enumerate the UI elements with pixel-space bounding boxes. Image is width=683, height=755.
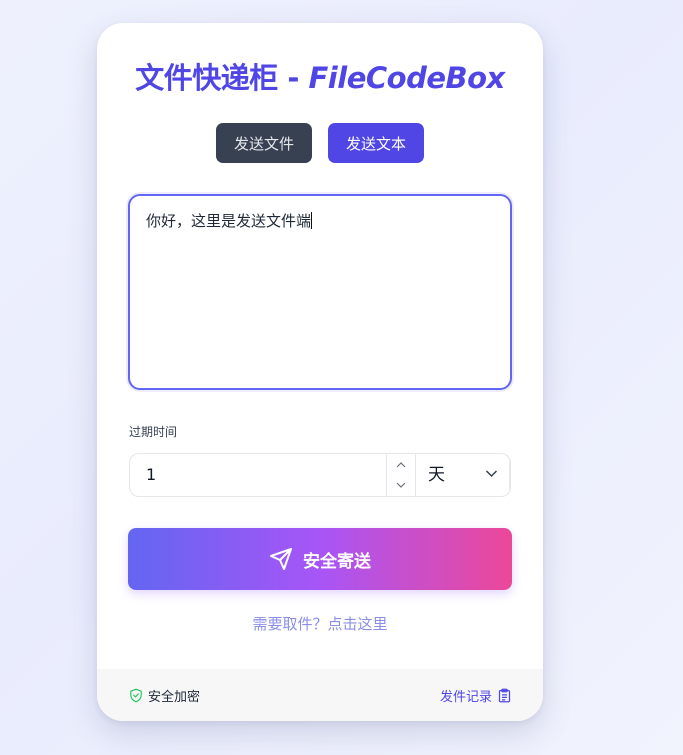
expiry-label: 过期时间 [129, 425, 178, 439]
expiry-unit-value: 天 [428, 465, 445, 485]
chevron-down-icon [396, 482, 406, 488]
page-title: 文件快递柜 - FileCodeBox [97, 55, 543, 97]
expiry-stepper [386, 454, 416, 496]
send-button-label: 安全寄送 [303, 551, 371, 571]
expiry-field: 1 天 [129, 453, 511, 497]
chevron-down-icon [485, 470, 498, 478]
retrieve-file-link[interactable]: 需要取件？点击这里 [97, 613, 543, 634]
card-footer: 安全加密 发件记录 [97, 669, 543, 721]
secure-badge: 安全加密 [129, 669, 200, 721]
clipboard-icon [498, 688, 511, 702]
stepper-down-button[interactable] [387, 475, 415, 496]
tab-send-file[interactable]: 发送文件 [216, 123, 312, 163]
text-caret [311, 212, 313, 229]
title-en: FileCodeBox [308, 61, 506, 95]
text-content-value: 你好，这里是发送文件端 [146, 212, 312, 230]
records-label: 发件记录 [439, 689, 492, 705]
expiry-value-input[interactable]: 1 [146, 454, 156, 496]
chevron-up-icon [396, 462, 406, 468]
send-records-link[interactable]: 发件记录 [440, 669, 511, 721]
secure-send-button[interactable]: 安全寄送 [128, 528, 512, 590]
send-icon [270, 548, 292, 570]
tab-send-text[interactable]: 发送文本 [328, 123, 424, 163]
send-mode-tabs: 发送文件 发送文本 [97, 123, 543, 163]
expiry-unit-select[interactable]: 天 [416, 454, 510, 496]
title-cn: 文件快递柜 - [135, 61, 309, 95]
stepper-up-button[interactable] [387, 454, 415, 475]
send-card: 文件快递柜 - FileCodeBox 发送文件 发送文本 你好，这里是发送文件… [97, 23, 543, 721]
text-content-input[interactable]: 你好，这里是发送文件端 [128, 194, 512, 390]
secure-label: 安全加密 [148, 689, 201, 705]
shield-check-icon [130, 688, 142, 702]
